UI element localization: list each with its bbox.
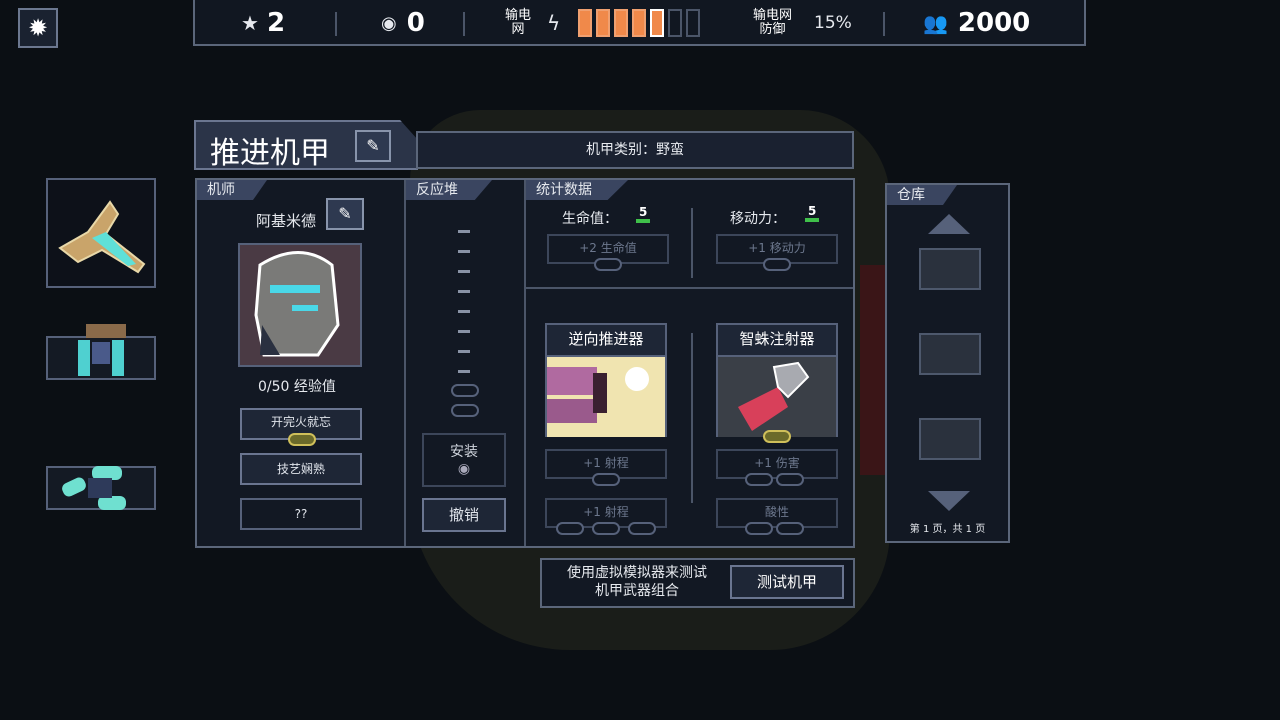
- move-label: 移动力：: [730, 211, 786, 227]
- test-mech-button[interactable]: 测试机甲: [730, 565, 844, 599]
- grid-power-segment: [596, 9, 611, 37]
- grid-power: 输电 网 ϟ: [501, 0, 704, 46]
- pencil-icon: ✎: [366, 136, 380, 155]
- upgrade-pill: [745, 522, 773, 535]
- upgrade-pill: [556, 522, 584, 535]
- weapon-1-name: 逆向推进器: [547, 325, 665, 357]
- reverse-thrusters-icon: [547, 357, 665, 437]
- install-core-box[interactable]: 安装 ◉: [422, 433, 506, 487]
- core-icon: ◉: [457, 461, 471, 477]
- weapon-2-upgrade-1-label: +1 伤害: [754, 456, 800, 470]
- grid-defense: 输电网 防御 15%: [753, 0, 852, 46]
- pilot-xp: 0/50 经验值: [258, 379, 336, 395]
- core-icon: ◉: [381, 12, 397, 34]
- rename-mech-button[interactable]: ✎: [355, 130, 391, 162]
- scroll-down-arrow-icon[interactable]: [928, 491, 970, 511]
- reactor-pill-2: [451, 404, 479, 417]
- lightning-icon: ϟ: [547, 11, 561, 35]
- grid-power-segment: [668, 9, 683, 37]
- scroll-up-arrow-icon[interactable]: [928, 214, 970, 234]
- weapon-2-name: 智蛛注射器: [718, 325, 836, 357]
- grid-power-segment: [614, 9, 629, 37]
- weapon-slot-2[interactable]: 智蛛注射器: [716, 323, 838, 437]
- jet-mech-icon: [58, 200, 146, 274]
- mech-slot-3[interactable]: [46, 466, 156, 510]
- storage-page: 第 1 页，共 1 页: [909, 524, 986, 535]
- grid-power-segment: [578, 9, 593, 37]
- resource-bar: ★ 2 ◉ 0 输电 网 ϟ 输电网 防御 15% 👥 2000: [193, 0, 1086, 46]
- upgrade-pill: [628, 522, 656, 535]
- simulator-text: 使用虚拟模拟器来测试 机甲武器组合: [567, 565, 707, 599]
- storage-slot-3[interactable]: [919, 418, 981, 460]
- grid-power-segment: [686, 9, 701, 37]
- pencil-icon: ✎: [338, 204, 352, 223]
- pilot-skill-1-label: 开完火就忘: [270, 415, 331, 429]
- mech-3-icon: [62, 466, 126, 510]
- pilot-portrait: [238, 243, 362, 367]
- health-upgrade-label: +2 生命值: [579, 241, 637, 255]
- rename-pilot-button[interactable]: ✎: [326, 198, 364, 230]
- upgrade-pill: [592, 473, 620, 486]
- health-label: 生命值：: [562, 211, 618, 227]
- weapon-1-upgrade-1-label: +1 射程: [583, 456, 629, 470]
- undo-button[interactable]: 撤销: [422, 498, 506, 532]
- storage-slot-1[interactable]: [919, 248, 981, 290]
- grid-power-segment: [650, 9, 665, 37]
- storage-slot-2[interactable]: [919, 333, 981, 375]
- weapon-1-upgrade-2-label: +1 射程: [583, 505, 629, 519]
- pilot-name: 阿基米德: [256, 212, 317, 230]
- people-icon: 👥: [923, 11, 948, 35]
- weapon-2-power-pill: [763, 430, 791, 443]
- upgrade-pill: [776, 522, 804, 535]
- cores-counter: ◉ 0: [381, 0, 425, 46]
- move-upgrade-pill: [763, 258, 791, 271]
- stars-counter: ★ 2: [241, 0, 285, 46]
- stars-value: 2: [266, 8, 286, 38]
- move-upgrade-label: +1 移动力: [748, 241, 806, 255]
- undo-label: 撤销: [448, 506, 479, 524]
- weapon-2-upgrade-2-label: 酸性: [764, 505, 789, 519]
- upgrade-pill: [745, 473, 773, 486]
- pilot-skill-2-label: 技艺娴熟: [276, 462, 325, 476]
- settings-gear-icon[interactable]: ✹: [18, 8, 58, 48]
- grid-defense-label: 输电网 防御: [753, 8, 793, 37]
- grid-power-label: 输电 网: [504, 8, 531, 37]
- mech-name: 推进机甲: [210, 136, 330, 171]
- health-value: 5: [636, 205, 651, 223]
- weapon-slot-1[interactable]: 逆向推进器: [545, 323, 667, 437]
- population-value: 2000: [957, 8, 1031, 38]
- pilot-skill-2[interactable]: 技艺娴熟: [240, 453, 362, 485]
- reactor-pill-1: [451, 384, 479, 397]
- pilot-helmet-icon: [240, 245, 360, 365]
- install-label: 安装: [450, 444, 478, 460]
- pilot-skill-3-label: ??: [294, 507, 308, 521]
- cores-value: 0: [406, 8, 425, 38]
- grid-power-bars: [578, 9, 704, 37]
- test-mech-label: 测试机甲: [756, 573, 817, 591]
- spider-injector-icon: [718, 357, 836, 437]
- move-value: 5: [805, 204, 820, 222]
- grid-defense-value: 15%: [814, 13, 852, 33]
- mech-2-icon: [78, 324, 126, 376]
- mech-class: 机甲类别：野蛮: [416, 131, 854, 169]
- mech-slot-1[interactable]: [46, 178, 156, 288]
- pilot-skill-3[interactable]: ??: [240, 498, 362, 530]
- skill-slot-pill: [288, 433, 316, 446]
- mech-slot-2[interactable]: [46, 324, 156, 380]
- upgrade-pill: [592, 522, 620, 535]
- population-counter: 👥 2000: [923, 0, 1030, 46]
- upgrade-pill: [776, 473, 804, 486]
- grid-power-segment: [632, 9, 647, 37]
- star-icon: ★: [241, 11, 259, 35]
- health-upgrade-pill: [594, 258, 622, 271]
